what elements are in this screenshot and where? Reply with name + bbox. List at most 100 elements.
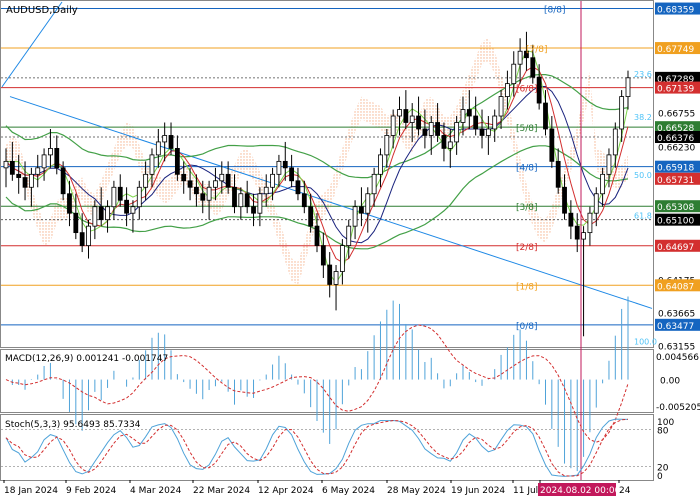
murrey-level-label: [0/8]: [516, 322, 538, 332]
candle-body: [206, 186, 212, 201]
candle-body: [517, 50, 523, 65]
candle-body: [263, 186, 269, 195]
candle-body: [168, 135, 174, 149]
candle-body: [409, 115, 415, 123]
price-tick-label: 0.64697: [657, 243, 694, 253]
murrey-level-label: [4/8]: [516, 164, 538, 174]
time-tick-label: 4 Mar 2024: [130, 486, 182, 496]
candle-body: [397, 109, 402, 117]
candle-body: [327, 264, 333, 285]
candle-body: [339, 245, 345, 272]
murrey-level-label: [7/8]: [526, 45, 548, 55]
murrey-level-label: [5/8]: [516, 124, 538, 134]
candle-body: [41, 154, 47, 169]
candle-body: [378, 154, 383, 175]
candle-body: [225, 173, 231, 188]
price-tick-label: 0.64087: [657, 282, 694, 292]
candle-body: [428, 122, 434, 136]
time-tick-label: 11 Jul: [513, 486, 538, 496]
candle-body: [568, 212, 574, 227]
candle-body: [155, 141, 161, 156]
candle-body: [625, 77, 631, 97]
macd-tick-label: 0.004566: [656, 353, 699, 363]
candle-body: [606, 154, 612, 175]
candle-body: [295, 180, 301, 195]
price-tick-label: 0.66755: [658, 109, 695, 119]
murrey-level-label: [8/8]: [544, 6, 566, 16]
candle-body: [498, 96, 504, 117]
candle-body: [117, 186, 123, 201]
candle-body: [187, 180, 193, 188]
stochastic-axis: 10080200: [657, 418, 674, 482]
time-tick-label: 28 May 2024: [387, 486, 446, 496]
candle-body: [22, 177, 28, 188]
candle-body: [9, 160, 15, 175]
stochastic-label: Stoch(5,3,3) 95.6493 85.7334: [5, 420, 141, 430]
candle-body: [98, 206, 104, 221]
candle-body: [73, 212, 79, 234]
candle-body: [244, 193, 250, 208]
candle-body: [219, 173, 225, 182]
candle-body: [555, 160, 561, 188]
price-tick-label: 0.66230: [658, 143, 695, 153]
candle-body: [485, 128, 491, 136]
candle-body: [92, 206, 98, 227]
candle-body: [320, 245, 326, 266]
candle-body: [562, 186, 567, 214]
price-tick-label: 0.65918: [657, 164, 694, 174]
candle-body: [435, 122, 440, 136]
candle-body: [460, 109, 466, 123]
time-axis: 18 Jan 2024 9 Feb 2024 4 Mar 2024 22 Mar 20…: [3, 480, 631, 496]
time-tick-label: 19 Jun 2024: [451, 486, 505, 496]
candle-body: [257, 193, 263, 214]
candle-body: [619, 96, 625, 130]
candle-body: [124, 199, 129, 214]
macd-label: MACD(12,26,9) 0.001241 -0.001747: [5, 354, 168, 364]
candle-body: [130, 206, 136, 214]
candle-body: [454, 122, 460, 143]
candle-body: [593, 193, 599, 214]
time-tick-label: 24: [619, 486, 631, 496]
candle-body: [238, 193, 244, 208]
main-panel: [0, 0, 654, 348]
candle-body: [359, 206, 364, 214]
candle-body: [3, 160, 9, 169]
candle-body: [194, 186, 199, 195]
candle-body: [587, 212, 593, 234]
symbol-label: AUDUSD,Daily: [6, 5, 78, 16]
candle-body: [447, 141, 453, 149]
candle-body: [276, 160, 282, 175]
crosshair-date-label: 2024.08.02 00:00: [540, 486, 621, 496]
candle-body: [200, 193, 206, 201]
candle-body: [549, 128, 555, 162]
candle-body: [479, 128, 485, 136]
candle-body: [314, 225, 320, 246]
time-tick-label: 22 Mar 2024: [193, 486, 250, 496]
price-tick-label: 0.65100: [657, 217, 694, 227]
candle-body: [111, 186, 117, 208]
price-tick-label: 0.65308: [657, 203, 694, 213]
candle-body: [16, 173, 22, 178]
candle-body: [536, 76, 542, 104]
macd-tick-label: -0.005205: [656, 403, 700, 413]
candle-body: [181, 173, 187, 182]
candle-body: [289, 167, 295, 182]
candle-body: [403, 109, 409, 123]
candle-body: [60, 167, 66, 195]
candle-body: [35, 167, 41, 175]
candle-body: [86, 225, 91, 246]
candle-body: [346, 225, 352, 246]
fibo-level-label: 100.0: [634, 338, 657, 347]
fibo-level-label: 38.2: [634, 113, 652, 122]
candle-body: [143, 173, 149, 188]
candle-body: [390, 115, 396, 136]
murrey-level-label: [1/8]: [516, 282, 538, 292]
candle-body: [162, 135, 168, 143]
candle-body: [67, 193, 72, 214]
candle-body: [384, 135, 390, 156]
candle-body: [308, 206, 314, 227]
price-tick-label: 0.63477: [657, 322, 694, 332]
candle-body: [466, 109, 472, 117]
macd-axis: 0.004566 0.00 -0.005205: [656, 353, 700, 413]
time-tick-label: 12 Apr 2024: [258, 486, 314, 496]
